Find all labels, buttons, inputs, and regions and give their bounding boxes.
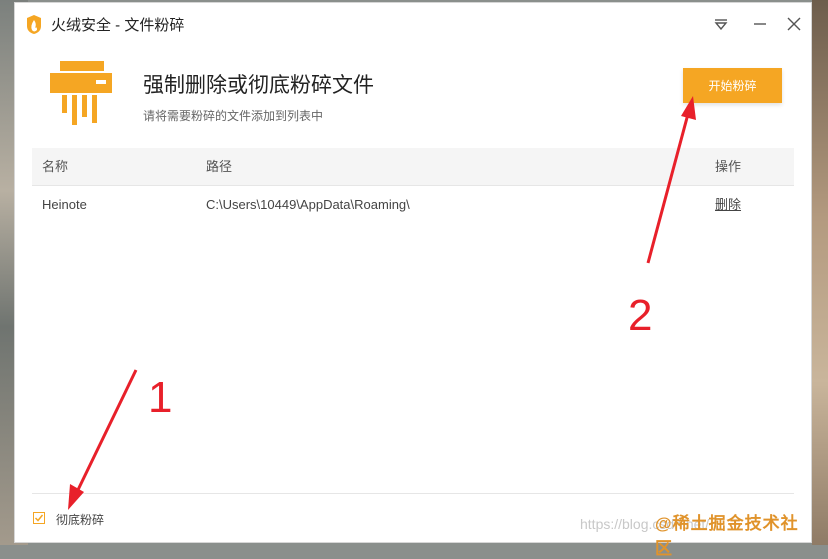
delete-link[interactable]: 删除 <box>715 186 741 223</box>
dropdown-triangle-icon <box>714 19 728 30</box>
thorough-shred-label: 彻底粉碎 <box>56 513 105 527</box>
desktop-background-right <box>812 0 828 545</box>
file-list-table: 名称 路径 操作 Heinote C:\Users\10449\AppData\… <box>32 148 794 222</box>
watermark-brand: @稀土掘金技术社区 <box>655 514 799 558</box>
thorough-shred-checkbox[interactable] <box>33 512 45 524</box>
page-subtitle: 请将需要粉碎的文件添加到列表中 <box>143 109 324 123</box>
checkmark-icon <box>34 514 44 522</box>
footer-divider <box>32 493 794 494</box>
menu-dropdown-button[interactable] <box>710 13 732 35</box>
close-icon <box>787 17 801 31</box>
window-title: 火绒安全 - 文件粉碎 <box>51 17 185 34</box>
page-title: 强制删除或彻底粉碎文件 <box>143 74 374 97</box>
column-header-action: 操作 <box>715 159 742 174</box>
table-row[interactable]: Heinote C:\Users\10449\AppData\Roaming\ … <box>32 186 794 222</box>
file-name: Heinote <box>42 197 87 212</box>
file-path: C:\Users\10449\AppData\Roaming\ <box>206 197 410 212</box>
start-shred-button[interactable]: 开始粉碎 <box>683 68 782 103</box>
title-bar: 火绒安全 - 文件粉碎 <box>15 3 811 43</box>
app-window: 火绒安全 - 文件粉碎 强制删除或彻底粉碎文件 请将需要粉碎的文件添加到列表中 … <box>14 2 812 558</box>
column-header-name: 名称 <box>42 159 69 174</box>
close-button[interactable] <box>783 13 805 35</box>
minimize-button[interactable] <box>749 13 771 35</box>
table-header: 名称 路径 操作 <box>32 148 794 186</box>
huorong-flame-logo-icon <box>27 15 41 34</box>
column-header-path: 路径 <box>206 159 233 174</box>
shredder-icon <box>50 61 112 125</box>
minimize-icon <box>754 23 766 25</box>
